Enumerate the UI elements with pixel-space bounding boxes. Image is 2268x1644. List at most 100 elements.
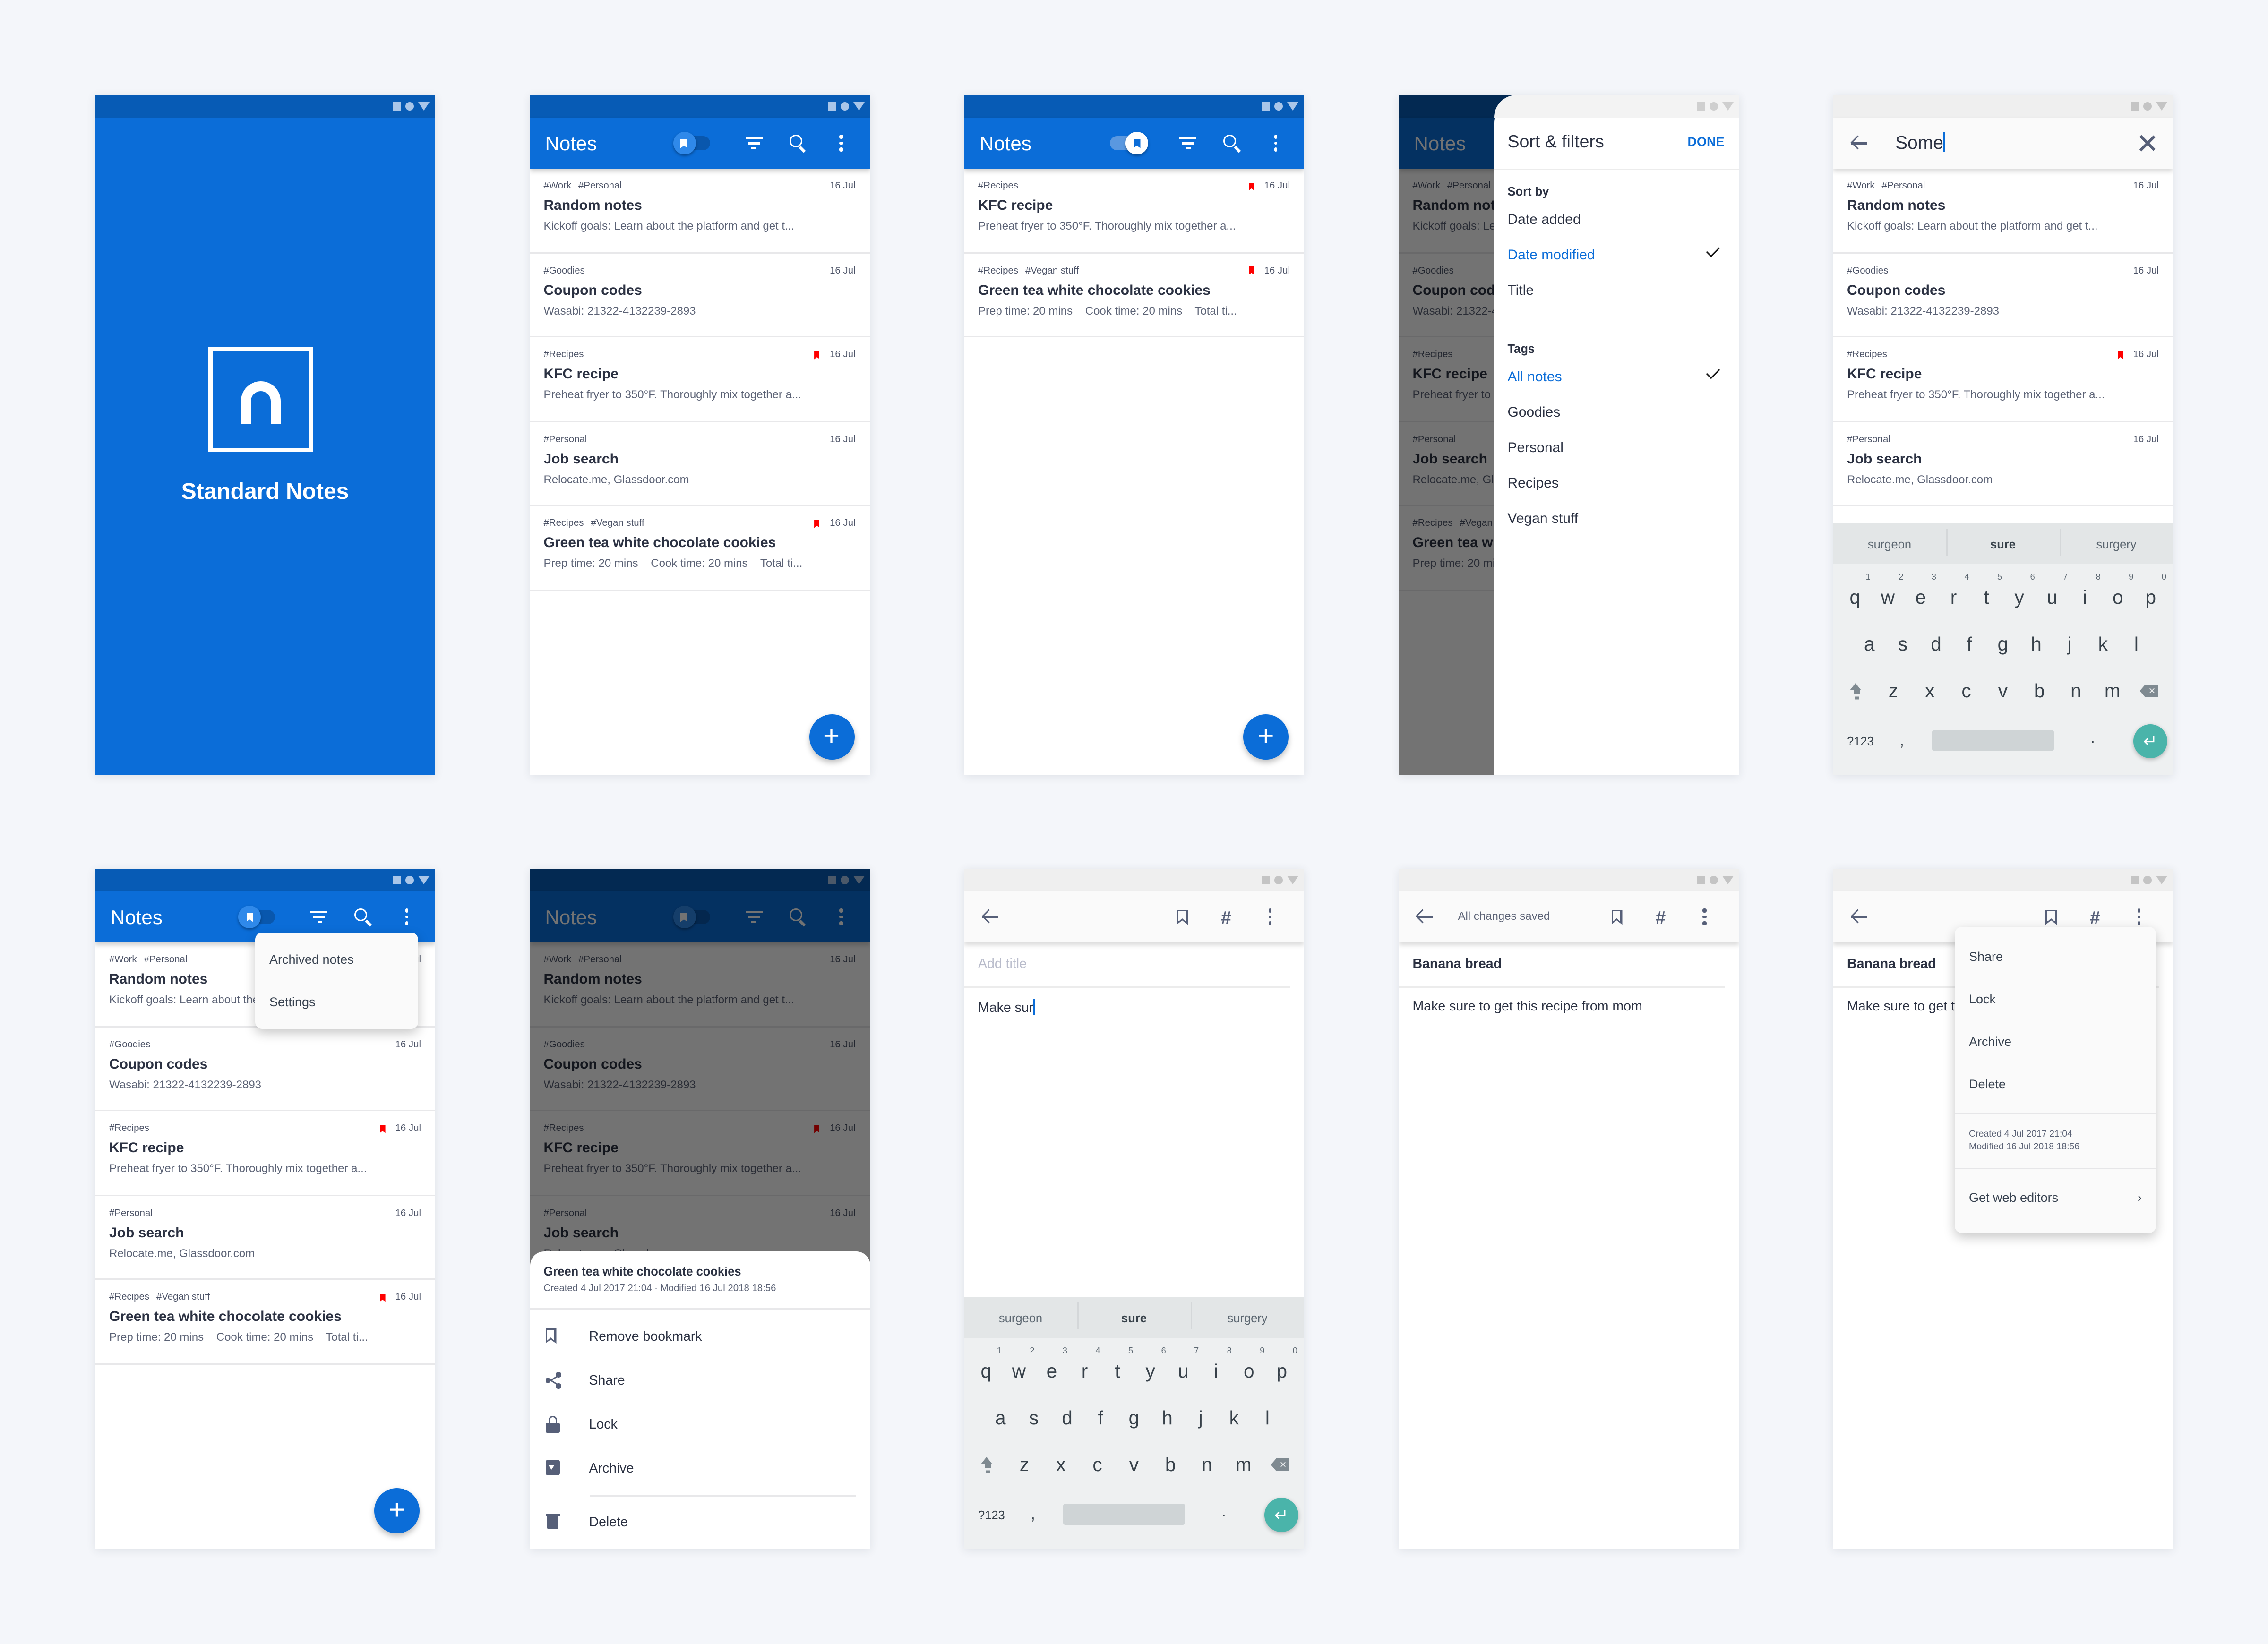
shift-key[interactable] <box>1843 682 1871 700</box>
key-v[interactable]: v <box>1120 1454 1148 1475</box>
menu-item-delete[interactable]: Delete <box>1955 1063 2156 1105</box>
key-k[interactable]: k <box>2089 634 2117 655</box>
note-list-item[interactable]: #Recipes 16 Jul KFC recipe Preheat fryer to… <box>1833 337 2173 422</box>
key-t[interactable]: t5 <box>1972 574 2002 608</box>
key-e[interactable]: e3 <box>1907 574 1936 608</box>
bookmark-filter-toggle[interactable] <box>672 132 710 154</box>
option-date-added[interactable]: Date added <box>1508 213 1725 228</box>
enter-key[interactable]: ↵ <box>2133 724 2167 758</box>
note-list-item[interactable]: #Personal 16 Jul Job search Relocate.me, Gl… <box>95 1196 435 1280</box>
key-m[interactable]: m <box>1229 1454 1258 1475</box>
key-w[interactable]: w2 <box>1873 574 1904 608</box>
key-l[interactable]: l <box>1253 1407 1281 1429</box>
note-list-item[interactable]: #Recipes #Vegan stuff 16 Jul Green tea whit… <box>95 1280 435 1364</box>
enter-key[interactable]: ↵ <box>1264 1498 1298 1532</box>
key-q[interactable]: q1 <box>1841 574 1870 608</box>
key-o[interactable]: o9 <box>1235 1348 1264 1382</box>
key-u[interactable]: u7 <box>2038 574 2068 608</box>
filter-button[interactable] <box>738 128 769 159</box>
symbols-key[interactable]: ?123 <box>978 1508 1005 1522</box>
key-b[interactable]: b <box>2025 680 2053 702</box>
menu-item-lock[interactable]: Lock <box>1955 978 2156 1020</box>
key-x[interactable]: x <box>1916 680 1944 702</box>
option-title[interactable]: Title <box>1508 283 1725 299</box>
note-list-item[interactable]: #Recipes 16 Jul KFC recipe Preheat fryer to… <box>95 1111 435 1196</box>
key-l[interactable]: l <box>2122 634 2150 655</box>
menu-item-get-web-editors[interactable]: Get web editors › <box>1955 1170 2156 1226</box>
key-h[interactable]: h <box>1153 1407 1182 1429</box>
key-r[interactable]: r4 <box>1070 1348 1100 1382</box>
key-p[interactable]: p0 <box>1268 1348 1297 1382</box>
bookmark-filter-toggle[interactable] <box>1110 132 1148 154</box>
back-arrow-icon[interactable] <box>981 910 998 924</box>
key-s[interactable]: s <box>1020 1407 1048 1429</box>
note-body-input[interactable]: Make sure to get this recipe from mom <box>1413 999 1725 1015</box>
key-c[interactable]: c <box>1952 680 1981 702</box>
key-z[interactable]: z <box>1879 680 1907 702</box>
option-date-modified[interactable]: Date modified <box>1508 243 1725 264</box>
key-d[interactable]: d <box>1922 634 1950 655</box>
comma-key[interactable]: , <box>1899 730 1904 750</box>
key-e[interactable]: e3 <box>1038 1348 1067 1382</box>
key-z[interactable]: z <box>1010 1454 1039 1475</box>
note-list-item[interactable]: #Work #Personal 16 Jul Random notes Kickoff … <box>529 169 870 253</box>
key-u[interactable]: u7 <box>1169 1348 1199 1382</box>
menu-item-archive[interactable]: Archive <box>1955 1020 2156 1063</box>
key-i[interactable]: i8 <box>2071 574 2101 608</box>
key-y[interactable]: y6 <box>1136 1348 1166 1382</box>
note-list-item[interactable]: #Recipes 16 Jul KFC recipe Preheat fryer to… <box>529 337 870 422</box>
action-delete[interactable]: Delete <box>530 1508 870 1536</box>
more-button[interactable] <box>826 128 857 159</box>
back-arrow-icon[interactable] <box>1850 910 1867 924</box>
search-button[interactable] <box>782 128 813 159</box>
back-arrow-icon[interactable] <box>1850 136 1867 150</box>
period-key[interactable]: . <box>1221 1501 1226 1521</box>
key-f[interactable]: f <box>1086 1407 1115 1429</box>
key-r[interactable]: r4 <box>1939 574 1969 608</box>
option-goodies[interactable]: Goodies <box>1508 405 1725 421</box>
key-g[interactable]: g <box>1989 634 2017 655</box>
suggestion[interactable]: surgeon <box>964 1310 1077 1325</box>
note-list-item[interactable]: #Personal 16 Jul Job search Relocate.me, Gl… <box>529 422 870 506</box>
key-b[interactable]: b <box>1156 1454 1185 1475</box>
more-button[interactable] <box>1689 901 1720 933</box>
note-list-item[interactable]: #Recipes #Vegan stuff 16 Jul Green tea whit… <box>964 253 1304 337</box>
key-g[interactable]: g <box>1120 1407 1148 1429</box>
space-key[interactable] <box>1932 730 2054 751</box>
note-list-item[interactable]: #Personal 16 Jul Job search Relocate.me, Gl… <box>1833 422 2173 506</box>
key-d[interactable]: d <box>1053 1407 1082 1429</box>
key-n[interactable]: n <box>2062 680 2090 702</box>
key-w[interactable]: w2 <box>1005 1348 1035 1382</box>
key-m[interactable]: m <box>2098 680 2127 702</box>
suggestion[interactable]: surgery <box>2060 528 2173 555</box>
key-f[interactable]: f <box>1955 634 1984 655</box>
action-remove-bookmark[interactable]: Remove bookmark <box>530 1322 870 1351</box>
key-i[interactable]: i8 <box>1202 1348 1232 1382</box>
new-note-button[interactable]: + <box>1243 714 1289 760</box>
shift-key[interactable] <box>974 1456 1002 1473</box>
menu-item-archived-notes[interactable]: Archived notes <box>255 938 418 981</box>
backspace-key[interactable]: × <box>1266 1458 1294 1471</box>
option-personal[interactable]: Personal <box>1508 441 1725 456</box>
new-note-button[interactable]: + <box>374 1488 420 1533</box>
search-button[interactable] <box>347 901 378 933</box>
bookmark-button[interactable] <box>1167 901 1198 933</box>
key-p[interactable]: p0 <box>2137 574 2166 608</box>
option-vegan-stuff[interactable]: Vegan stuff <box>1508 512 1725 527</box>
new-note-button[interactable]: + <box>808 714 854 760</box>
key-a[interactable]: a <box>1855 634 1883 655</box>
tags-button[interactable]: # <box>1645 901 1676 933</box>
note-list-item[interactable]: #Goodies 16 Jul Coupon codes Wasabi: 21322-… <box>95 1027 435 1111</box>
tags-button[interactable]: # <box>1211 901 1242 933</box>
done-button[interactable]: DONE <box>1687 135 1724 149</box>
menu-item-settings[interactable]: Settings <box>255 981 418 1023</box>
filter-button[interactable] <box>303 901 335 933</box>
key-a[interactable]: a <box>986 1407 1014 1429</box>
key-y[interactable]: y6 <box>2005 574 2035 608</box>
clear-search-icon[interactable] <box>2139 135 2156 152</box>
bookmark-filter-toggle[interactable] <box>238 906 275 928</box>
period-key[interactable]: . <box>2090 727 2095 747</box>
more-button[interactable] <box>1260 128 1291 159</box>
suggestion[interactable]: sure <box>1077 1302 1191 1329</box>
note-list-item[interactable]: #Goodies 16 Jul Coupon codes Wasabi: 21322-… <box>529 253 870 337</box>
